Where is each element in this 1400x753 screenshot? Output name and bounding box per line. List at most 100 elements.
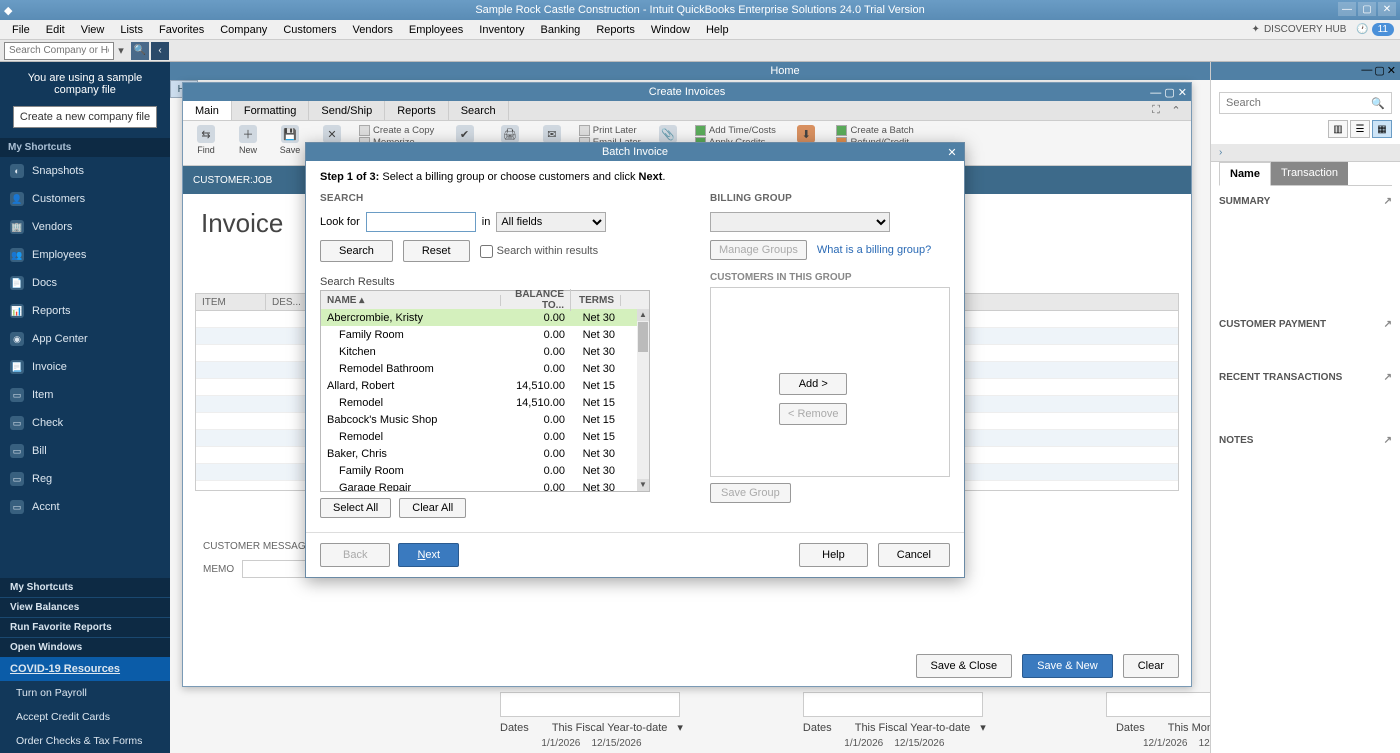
next-button[interactable]: Next — [398, 543, 459, 567]
tb-print-later[interactable]: Print Later — [579, 125, 641, 136]
inv-tab-search[interactable]: Search — [449, 101, 509, 120]
custpay-expand-icon[interactable]: ↗ — [1384, 319, 1392, 330]
result-row[interactable]: Allard, Robert14,510.00Net 15 — [321, 377, 649, 394]
nav-docs[interactable]: 📄Docs — [0, 269, 170, 297]
inv-close-icon[interactable]: ✕ — [1178, 87, 1187, 99]
search-within-check[interactable]: Search within results — [480, 245, 599, 258]
date2-range-select[interactable]: This Fiscal Year-to-date — [855, 722, 971, 734]
scroll-thumb[interactable] — [638, 322, 648, 352]
nav-snapshots[interactable]: ◐Snapshots — [0, 157, 170, 185]
minimize-icon[interactable]: — — [1338, 2, 1356, 16]
save-close-button[interactable]: Save & Close — [916, 654, 1013, 678]
tb-create-copy[interactable]: Create a Copy — [359, 125, 434, 136]
discovery-hub-button[interactable]: ✦ DISCOVERY HUB — [1252, 24, 1347, 35]
menu-vendors[interactable]: Vendors — [345, 22, 401, 38]
remove-button[interactable]: < Remove — [779, 403, 847, 425]
reset-button[interactable]: Reset — [403, 240, 470, 262]
menu-lists[interactable]: Lists — [112, 22, 151, 38]
modal-close-icon[interactable]: ✕ — [944, 146, 960, 159]
maximize-icon[interactable]: ▢ — [1358, 2, 1376, 16]
inv-tab-sendship[interactable]: Send/Ship — [309, 101, 385, 120]
add-button[interactable]: Add > — [779, 373, 847, 395]
menu-view[interactable]: View — [73, 22, 113, 38]
covid-resources-link[interactable]: COVID-19 Resources — [0, 657, 170, 681]
result-row[interactable]: Family Room0.00Net 30 — [321, 326, 649, 343]
reminders-clock[interactable]: 🕐 11 — [1356, 24, 1394, 35]
thin-run-favorite[interactable]: Run Favorite Reports — [0, 617, 170, 637]
menu-help[interactable]: Help — [698, 22, 737, 38]
result-row[interactable]: Remodel14,510.00Net 15 — [321, 394, 649, 411]
thin-my-shortcuts[interactable]: My Shortcuts — [0, 578, 170, 597]
rp-minimize-icon[interactable]: — — [1361, 64, 1372, 77]
col-balance[interactable]: BALANCE TO... — [501, 289, 571, 311]
scroll-up-icon[interactable]: ▲ — [637, 309, 649, 321]
thin-open-windows[interactable]: Open Windows — [0, 637, 170, 657]
menu-employees[interactable]: Employees — [401, 22, 471, 38]
result-row[interactable]: Remodel Bathroom0.00Net 30 — [321, 360, 649, 377]
save-group-button[interactable]: Save Group — [710, 483, 791, 503]
thin-view-balances[interactable]: View Balances — [0, 597, 170, 617]
inv-tab-main[interactable]: Main — [183, 101, 232, 120]
result-row[interactable]: Garage Repair0.00Net 30 — [321, 479, 649, 491]
result-row[interactable]: Abercrombie, Kristy0.00Net 30 — [321, 309, 649, 326]
result-row[interactable]: Remodel0.00Net 15 — [321, 428, 649, 445]
nav-vendors[interactable]: 🏢Vendors — [0, 213, 170, 241]
rp-search-input[interactable] — [1226, 97, 1371, 109]
menu-file[interactable]: File — [4, 22, 38, 38]
nav-appcenter[interactable]: ◉App Center — [0, 325, 170, 353]
clear-button[interactable]: Clear — [1123, 654, 1179, 678]
nav-check[interactable]: ▭Check — [0, 409, 170, 437]
menu-customers[interactable]: Customers — [275, 22, 344, 38]
company-search-input[interactable] — [4, 42, 114, 60]
result-row[interactable]: Babcock's Music Shop0.00Net 15 — [321, 411, 649, 428]
back-button[interactable]: Back — [320, 543, 390, 567]
clear-all-button[interactable]: Clear All — [399, 498, 466, 518]
view-list-icon[interactable]: ▥ — [1328, 120, 1348, 138]
rp-maximize-icon[interactable]: ▢ — [1374, 64, 1384, 77]
tb-create-batch[interactable]: Create a Batch — [836, 125, 913, 136]
foot-accept-cards[interactable]: Accept Credit Cards — [0, 705, 170, 729]
look-for-input[interactable] — [366, 212, 476, 232]
col-terms[interactable]: TERMS — [571, 295, 621, 306]
summary-expand-icon[interactable]: ↗ — [1384, 196, 1392, 207]
result-row[interactable]: Kitchen0.00Net 30 — [321, 343, 649, 360]
create-company-button[interactable]: Create a new company file — [13, 106, 157, 128]
nav-customers[interactable]: 👤Customers — [0, 185, 170, 213]
result-row[interactable]: Family Room0.00Net 30 — [321, 462, 649, 479]
inv-maximize-icon[interactable]: ▢ — [1164, 87, 1174, 99]
cancel-button[interactable]: Cancel — [878, 543, 950, 567]
nav-invoice[interactable]: 📃Invoice — [0, 353, 170, 381]
menu-inventory[interactable]: Inventory — [471, 22, 532, 38]
foot-order-checks[interactable]: Order Checks & Tax Forms — [0, 729, 170, 753]
nav-bill[interactable]: ▭Bill — [0, 437, 170, 465]
col-name[interactable]: NAME ▴ — [321, 295, 501, 306]
inv-expand-icon[interactable]: ⛶ — [1149, 104, 1163, 118]
search-go-button[interactable]: 🔍 — [131, 42, 149, 60]
view-grid-icon[interactable]: ▦ — [1372, 120, 1392, 138]
tb-find-button[interactable]: ⇆Find — [187, 123, 225, 157]
menu-banking[interactable]: Banking — [533, 22, 589, 38]
select-all-button[interactable]: Select All — [320, 498, 391, 518]
tab-transaction[interactable]: Transaction — [1271, 162, 1348, 185]
tab-name[interactable]: Name — [1219, 162, 1271, 186]
nav-employees[interactable]: 👥Employees — [0, 241, 170, 269]
inv-collapse-icon[interactable]: ⌃ — [1169, 104, 1183, 118]
nav-item[interactable]: ▭Item — [0, 381, 170, 409]
date1-range-select[interactable]: This Fiscal Year-to-date — [552, 722, 668, 734]
billing-group-select[interactable] — [710, 212, 890, 232]
scroll-down-icon[interactable]: ▼ — [637, 479, 649, 491]
search-collapse-button[interactable]: ‹ — [151, 42, 169, 60]
inv-tab-reports[interactable]: Reports — [385, 101, 449, 120]
menu-reports[interactable]: Reports — [588, 22, 643, 38]
tb-add-time[interactable]: Add Time/Costs — [695, 125, 776, 136]
search-dropdown-icon[interactable]: ▾ — [114, 44, 128, 57]
notes-expand-icon[interactable]: ↗ — [1384, 435, 1392, 446]
recent-expand-icon[interactable]: ↗ — [1384, 372, 1392, 383]
foot-turn-on-payroll[interactable]: Turn on Payroll — [0, 681, 170, 705]
search-icon[interactable]: 🔍 — [1371, 97, 1385, 110]
view-detail-icon[interactable]: ☰ — [1350, 120, 1370, 138]
menu-company[interactable]: Company — [212, 22, 275, 38]
close-icon[interactable]: ✕ — [1378, 2, 1396, 16]
inv-minimize-icon[interactable]: — — [1150, 87, 1161, 99]
save-new-button[interactable]: Save & New — [1022, 654, 1113, 678]
